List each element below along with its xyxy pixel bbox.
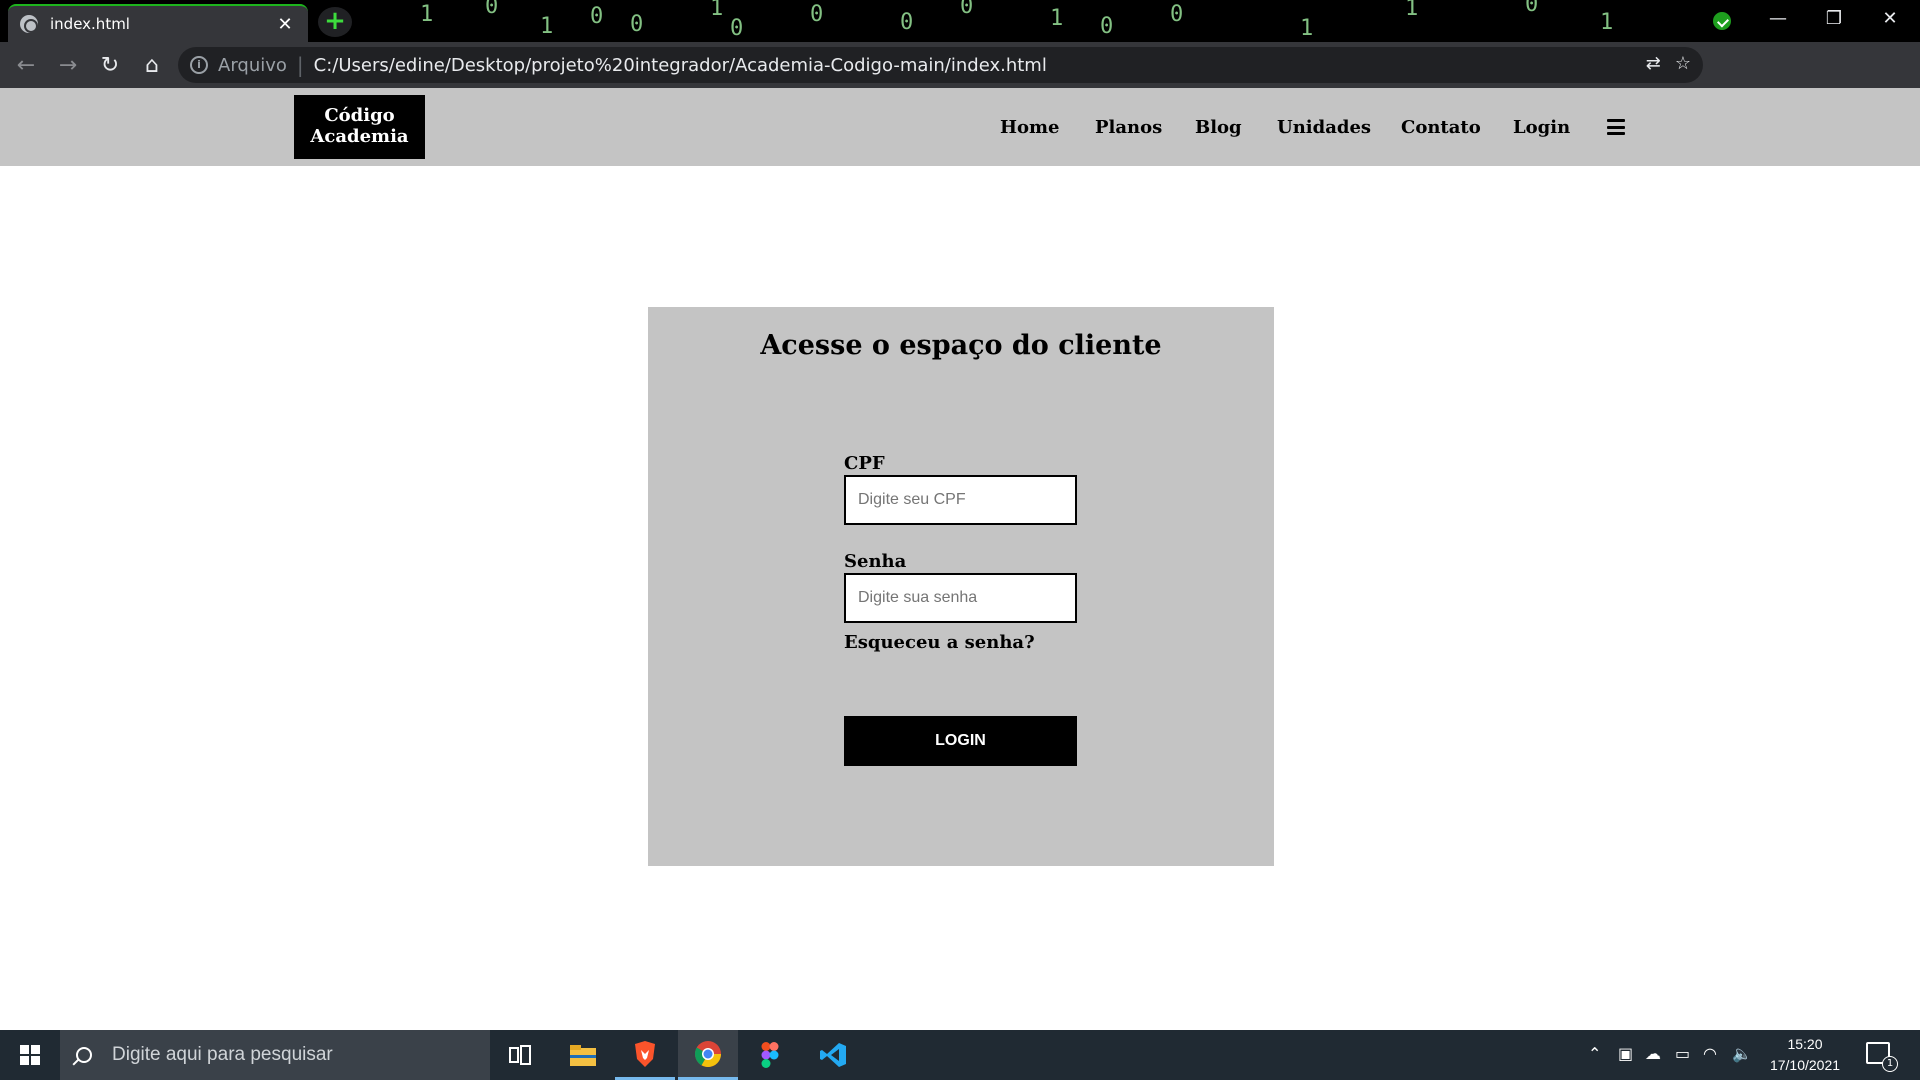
forgot-password-link[interactable]: Esqueceu a senha?	[844, 632, 1035, 653]
browser-tab-active[interactable]: index.html ✕	[8, 4, 308, 42]
back-arrow-icon[interactable]: ←	[6, 45, 46, 85]
address-separator: |	[296, 53, 304, 77]
tray-chevron-up-icon[interactable]: ⌃	[1588, 1044, 1601, 1063]
nav-link-planos[interactable]: Planos	[1095, 117, 1162, 138]
brave-icon[interactable]	[615, 1030, 675, 1080]
site-header: Código Academia Home Planos Blog Unidade…	[0, 88, 1920, 166]
notification-count-badge: 1	[1882, 1056, 1898, 1072]
notification-center-icon[interactable]: 1	[1866, 1042, 1898, 1072]
window-close-button[interactable]: ✕	[1864, 0, 1916, 38]
file-explorer-icon[interactable]	[553, 1030, 613, 1080]
cpf-label: CPF	[844, 453, 885, 474]
onedrive-cloud-icon[interactable]: ☁	[1645, 1044, 1661, 1063]
clock-date: 17/10/2021	[1769, 1057, 1841, 1073]
tab-title: index.html	[50, 15, 130, 33]
password-label: Senha	[844, 551, 907, 572]
tray-meet-icon[interactable]: ▣	[1618, 1044, 1633, 1063]
cpf-input[interactable]	[844, 475, 1077, 525]
search-icon	[76, 1047, 92, 1063]
chrome-icon[interactable]	[678, 1030, 738, 1080]
logo-line-1: Código	[324, 105, 395, 126]
address-url[interactable]: C:/Users/edine/Desktop/projeto%20integra…	[314, 55, 1047, 76]
wifi-icon[interactable]: ◠	[1703, 1044, 1717, 1063]
minimize-button[interactable]: —	[1752, 0, 1804, 38]
hamburger-icon[interactable]	[1607, 119, 1625, 135]
volume-icon[interactable]: 🔈	[1732, 1044, 1752, 1063]
start-button[interactable]	[0, 1030, 60, 1080]
battery-icon[interactable]: ▭	[1675, 1044, 1690, 1063]
vscode-icon[interactable]	[803, 1030, 863, 1080]
nav-link-contato[interactable]: Contato	[1401, 117, 1481, 138]
login-title: Acesse o espaço do cliente	[760, 330, 1162, 361]
star-icon[interactable]: ☆	[1675, 53, 1691, 74]
windows-logo-icon	[20, 1045, 40, 1065]
nav-link-login[interactable]: Login	[1513, 117, 1570, 138]
translate-icon[interactable]: ⇄	[1646, 53, 1661, 74]
clock-time: 15:20	[1787, 1036, 1823, 1052]
restore-button[interactable]: ❐	[1808, 0, 1860, 38]
nav-link-blog[interactable]: Blog	[1195, 117, 1242, 138]
nav-link-home[interactable]: Home	[1000, 117, 1060, 138]
password-input[interactable]	[844, 573, 1077, 623]
logo-line-2: Academia	[310, 126, 409, 147]
site-logo[interactable]: Código Academia	[294, 95, 425, 159]
address-bar[interactable]: i Arquivo | C:/Users/edine/Desktop/proje…	[178, 47, 1703, 83]
address-scheme: Arquivo	[218, 54, 287, 76]
figma-icon[interactable]	[740, 1030, 800, 1080]
profile-shield-icon[interactable]	[1711, 10, 1733, 32]
close-icon[interactable]: ✕	[274, 14, 296, 35]
task-view-icon[interactable]	[490, 1030, 550, 1080]
nav-link-unidades[interactable]: Unidades	[1277, 117, 1371, 138]
browser-toolbar: ← → ↻ ⌂ i Arquivo | C:/Users/edine/Deskt…	[0, 42, 1920, 121]
forward-arrow-icon[interactable]: →	[48, 45, 88, 85]
login-button[interactable]: LOGIN	[844, 716, 1077, 766]
info-icon[interactable]: i	[190, 56, 208, 74]
home-icon[interactable]: ⌂	[132, 45, 172, 85]
login-card: Acesse o espaço do cliente CPF Senha Esq…	[648, 307, 1274, 866]
taskbar-clock[interactable]: 15:20 17/10/2021	[1760, 1034, 1850, 1076]
taskbar-search-box[interactable]: Digite aqui para pesquisar	[60, 1030, 490, 1080]
taskbar-search-placeholder: Digite aqui para pesquisar	[112, 1044, 333, 1065]
plus-icon[interactable]: +	[318, 7, 352, 37]
reload-icon[interactable]: ↻	[90, 45, 130, 85]
browser-tab-strip: 10 10 01 00 00 10 01 10 1 index.html ✕ +…	[0, 0, 1920, 42]
windows-taskbar: Digite aqui para pesquisar ⌃ ▣ ☁ ▭ ◠ 🔈 1…	[0, 1030, 1920, 1080]
globe-icon	[20, 15, 38, 33]
